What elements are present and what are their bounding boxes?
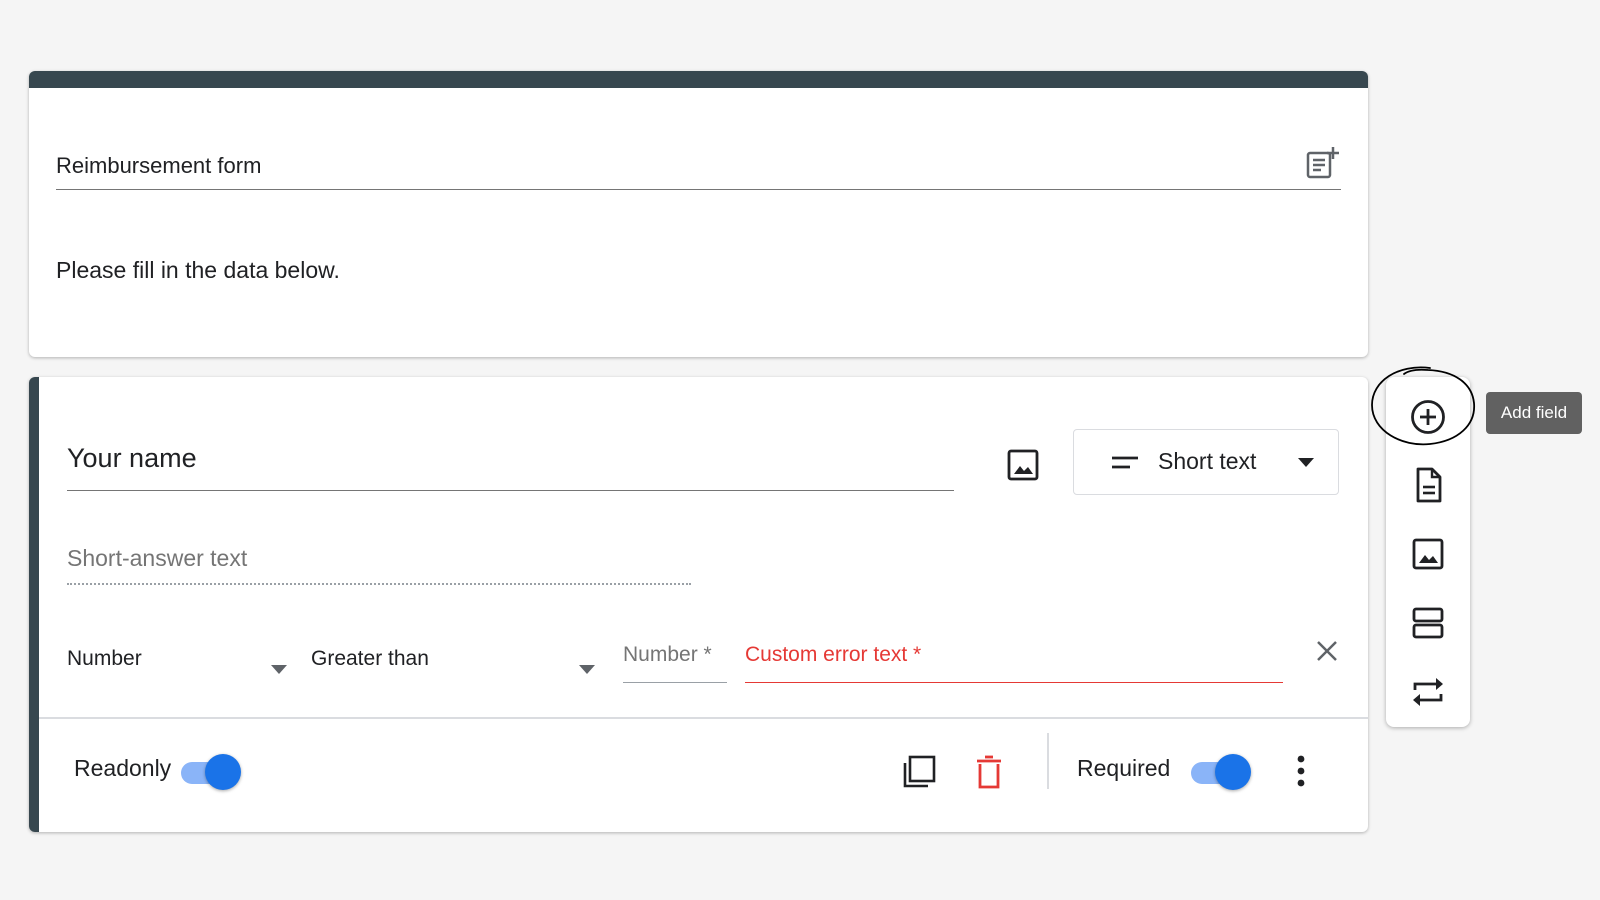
question-type-select[interactable]: Short text xyxy=(1073,429,1339,495)
question-card: Your name Short text Short-answer text N… xyxy=(29,377,1368,832)
caret-down-icon xyxy=(1298,458,1314,467)
validation-type-label: Number xyxy=(67,647,142,670)
form-title: Reimbursement form xyxy=(56,153,262,178)
readonly-label: Readonly xyxy=(74,755,172,781)
number-placeholder: Number * xyxy=(623,643,712,666)
toggle-thumb xyxy=(205,754,241,790)
validation-operator-select[interactable]: Greater than xyxy=(311,645,595,685)
add-section-button[interactable] xyxy=(1408,603,1448,643)
required-label: Required xyxy=(1077,755,1171,781)
custom-error-input[interactable]: Custom error text * xyxy=(745,641,1283,683)
delete-button[interactable] xyxy=(969,752,1009,792)
footer-vertical-divider xyxy=(1047,733,1049,789)
error-placeholder: Custom error text * xyxy=(745,643,922,666)
question-type-label: Short text xyxy=(1158,448,1257,474)
footer-divider xyxy=(39,717,1368,719)
question-title-input[interactable]: Your name xyxy=(67,441,954,491)
header-accent-bar xyxy=(29,71,1368,88)
section-icon xyxy=(1412,607,1444,639)
required-toggle[interactable] xyxy=(1189,751,1253,791)
repeat-button[interactable] xyxy=(1408,672,1448,712)
more-options-button[interactable] xyxy=(1287,751,1315,791)
readonly-toggle[interactable] xyxy=(179,751,243,791)
add-field-tooltip: Add field xyxy=(1486,392,1582,434)
duplicate-button[interactable] xyxy=(899,752,939,792)
repeat-icon xyxy=(1413,678,1443,706)
image-icon xyxy=(1412,538,1444,570)
add-image-tool-button[interactable] xyxy=(1408,534,1448,574)
close-icon[interactable] xyxy=(1313,637,1341,665)
document-icon xyxy=(1416,467,1442,503)
form-title-field[interactable]: Reimbursement form xyxy=(56,145,1341,190)
active-question-bar xyxy=(29,377,39,832)
copy-icon xyxy=(903,755,936,788)
trash-icon xyxy=(977,755,1001,789)
add-circle-icon xyxy=(1411,400,1445,434)
validation-number-input[interactable]: Number * xyxy=(623,641,727,683)
import-questions-button[interactable] xyxy=(1408,465,1448,505)
caret-down-icon xyxy=(579,665,595,674)
image-icon xyxy=(1007,449,1039,481)
form-header-card: Reimbursement form Please fill in the da… xyxy=(29,71,1368,357)
short-answer-placeholder: Short-answer text xyxy=(67,545,691,585)
side-toolbar xyxy=(1386,377,1470,727)
short-text-icon xyxy=(1112,456,1138,469)
add-image-button[interactable] xyxy=(1003,445,1043,485)
form-description[interactable]: Please fill in the data below. xyxy=(56,257,340,284)
add-field-button[interactable] xyxy=(1408,397,1448,437)
validation-type-select[interactable]: Number xyxy=(67,645,287,685)
validation-operator-label: Greater than xyxy=(311,647,429,670)
toggle-thumb xyxy=(1215,754,1251,790)
more-vert-icon xyxy=(1297,755,1305,787)
caret-down-icon xyxy=(271,665,287,674)
add-note-icon[interactable] xyxy=(1304,145,1340,181)
